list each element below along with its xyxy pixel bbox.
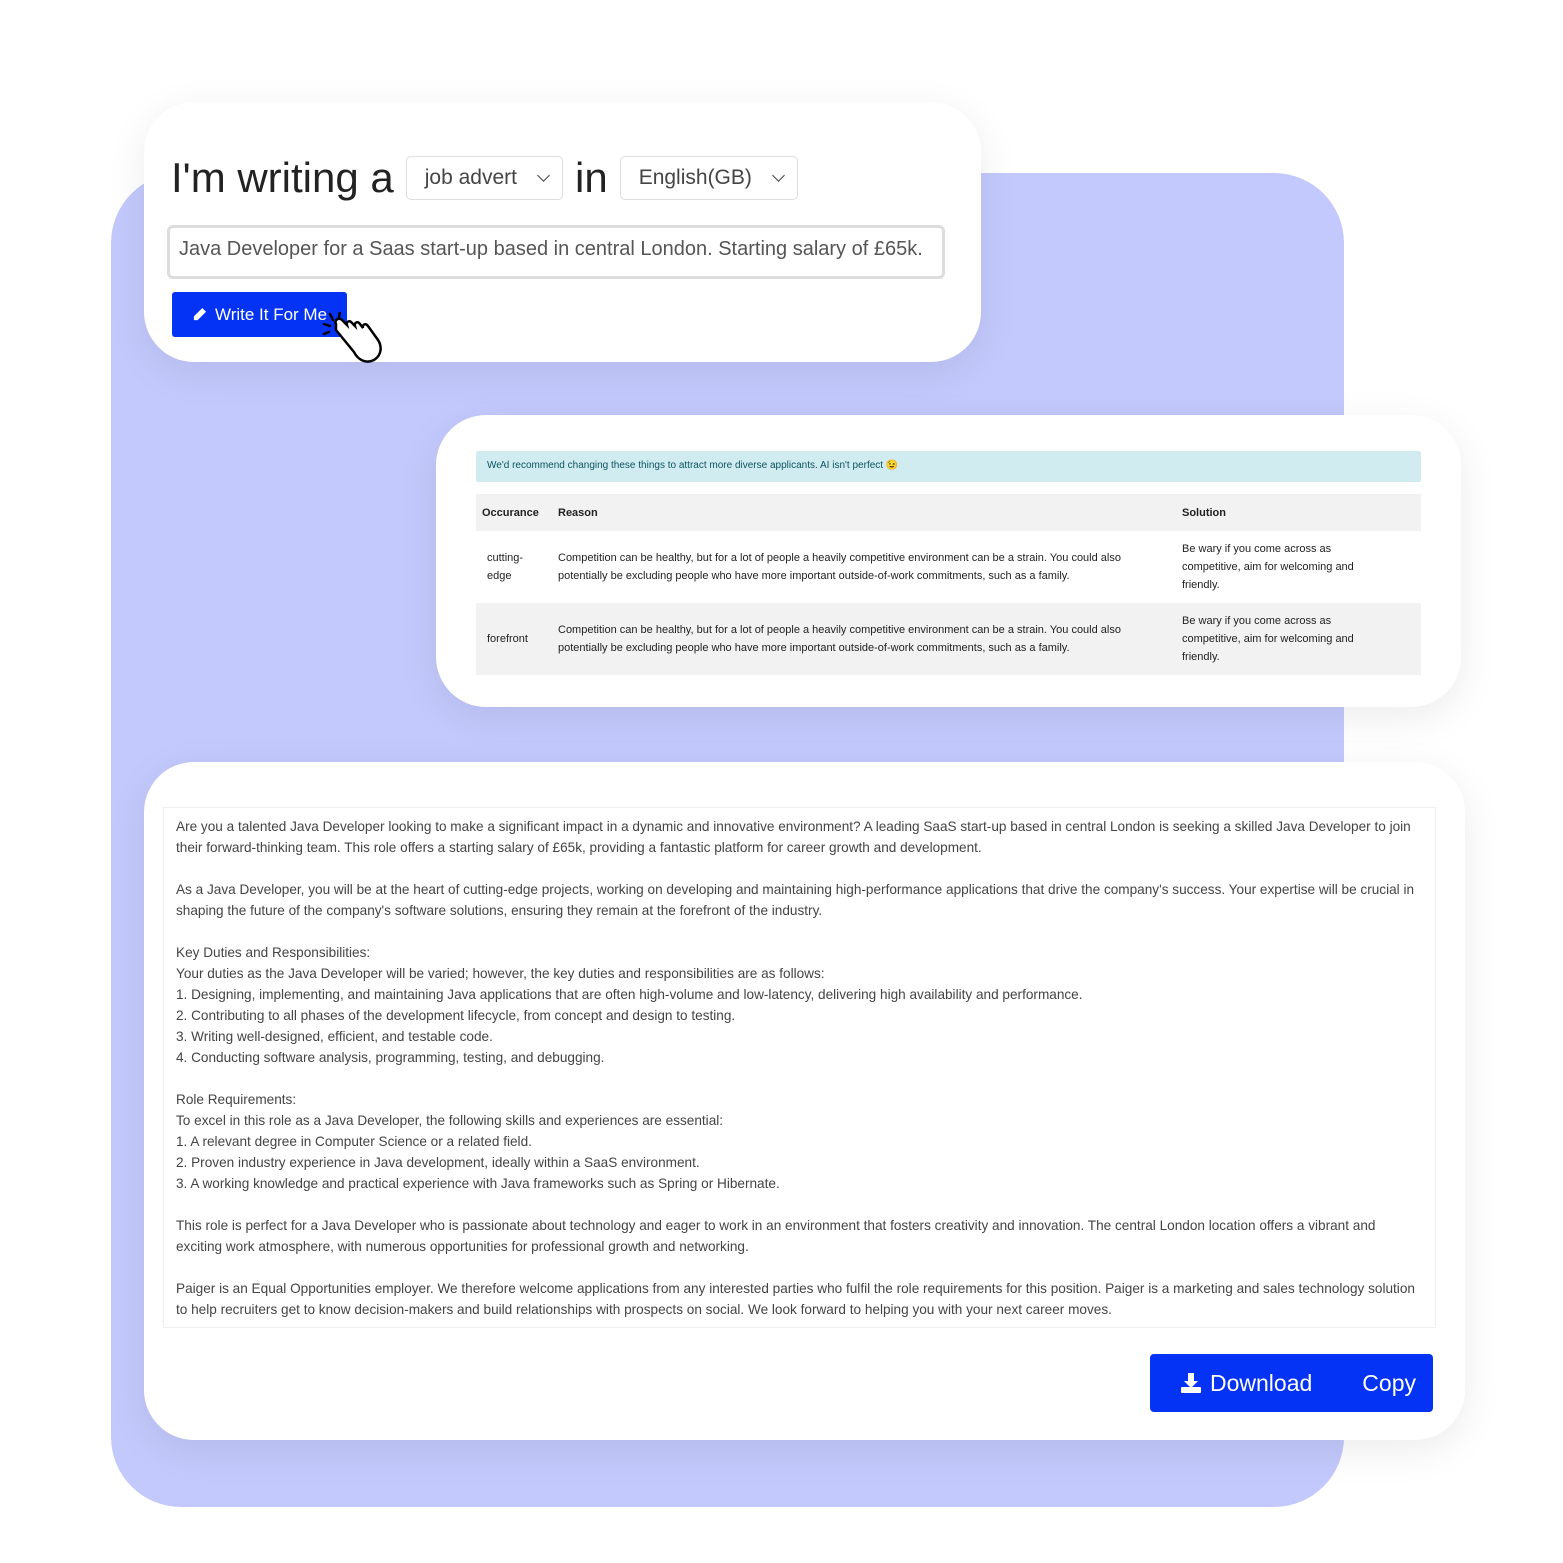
- output-line: 2. Proven industry experience in Java de…: [176, 1155, 700, 1170]
- output-line: 3. A working knowledge and practical exp…: [176, 1176, 780, 1191]
- output-paragraph: As a Java Developer, you will be at the …: [176, 879, 1423, 921]
- download-button[interactable]: Download: [1180, 1370, 1312, 1397]
- diversity-alert: We'd recommend changing these things to …: [476, 451, 1421, 482]
- table-row: forefront Competition can be healthy, bu…: [476, 603, 1421, 675]
- pencil-icon: [193, 307, 207, 321]
- write-button-label: Write It For Me: [214, 304, 328, 324]
- occurance-cell: cutting-edge: [487, 552, 524, 582]
- copy-label: Copy: [1362, 1369, 1416, 1396]
- connector-text: in: [574, 154, 608, 201]
- chevron-down-icon: [537, 169, 550, 182]
- column-header: Solution: [1176, 494, 1421, 531]
- output-paragraph: Paiger is an Equal Opportunities employe…: [176, 1278, 1423, 1320]
- generated-text-area[interactable]: Are you a talented Java Developer lookin…: [163, 807, 1436, 1328]
- write-it-for-me-button[interactable]: Write It For Me: [172, 292, 347, 337]
- content-type-select[interactable]: job advert: [405, 156, 563, 200]
- output-paragraph: This role is perfect for a Java Develope…: [176, 1215, 1423, 1257]
- output-line: Are you a talented Java Developer lookin…: [176, 819, 1411, 855]
- composer-card: I'm writing a job advert in English(GB) …: [144, 102, 981, 363]
- chevron-down-icon: [772, 169, 785, 182]
- output-paragraph: Role Requirements: To excel in this role …: [176, 1089, 1423, 1194]
- reason-cell: Competition can be healthy, but for a lo…: [558, 552, 1121, 582]
- output-line: Your duties as the Java Developer will b…: [176, 966, 825, 981]
- output-line: Role Requirements:: [176, 1092, 297, 1107]
- download-icon: [1181, 1373, 1201, 1393]
- output-line: 4. Conducting software analysis, program…: [176, 1050, 605, 1065]
- hand-pointer-icon: [322, 312, 382, 363]
- output-line: To excel in this role as a Java Develope…: [176, 1113, 724, 1128]
- output-paragraph: Key Duties and Responsibilities: Your dut…: [176, 942, 1423, 1068]
- solution-cell: Be wary if you come across as competitiv…: [1176, 603, 1421, 675]
- language-select[interactable]: English(GB): [619, 156, 798, 200]
- occurance-cell: forefront: [476, 603, 552, 675]
- suggestions-card: We'd recommend changing these things to …: [436, 415, 1461, 707]
- output-paragraph: Are you a talented Java Developer lookin…: [176, 816, 1423, 858]
- suggestions-table: Occurance Reason Solution cutting-edge C…: [476, 494, 1421, 675]
- composer-sentence: I'm writing a job advert in English(GB): [171, 154, 798, 202]
- output-card: Are you a talented Java Developer lookin…: [144, 762, 1465, 1440]
- reason-cell: Competition can be healthy, but for a lo…: [552, 603, 1176, 675]
- content-type-value: job advert: [424, 166, 517, 189]
- output-line: 2. Contributing to all phases of the dev…: [176, 1008, 736, 1023]
- download-label: Download: [1210, 1369, 1313, 1396]
- copy-button[interactable]: Copy: [1362, 1370, 1416, 1397]
- output-line: Key Duties and Responsibilities:: [176, 945, 371, 960]
- language-value: English(GB): [638, 166, 752, 189]
- output-line: Paiger is an Equal Opportunities employe…: [176, 1281, 1415, 1317]
- action-button-group: Download Copy: [1150, 1354, 1433, 1412]
- output-line: 3. Writing well-designed, efficient, and…: [176, 1029, 493, 1044]
- column-header: Occurance: [476, 494, 552, 531]
- prompt-input[interactable]: Java Developer for a Saas start-up based…: [167, 225, 945, 279]
- prefix-text: I'm writing a: [171, 154, 394, 201]
- output-line: 1. Designing, implementing, and maintain…: [176, 987, 1083, 1002]
- output-line: This role is perfect for a Java Develope…: [176, 1218, 1376, 1254]
- output-line: As a Java Developer, you will be at the …: [176, 882, 1415, 918]
- output-line: 1. A relevant degree in Computer Science…: [176, 1134, 532, 1149]
- solution-cell: Be wary if you come across as competitiv…: [1182, 543, 1354, 591]
- column-header: Reason: [552, 494, 1176, 531]
- table-row: cutting-edge Competition can be healthy,…: [476, 531, 1421, 603]
